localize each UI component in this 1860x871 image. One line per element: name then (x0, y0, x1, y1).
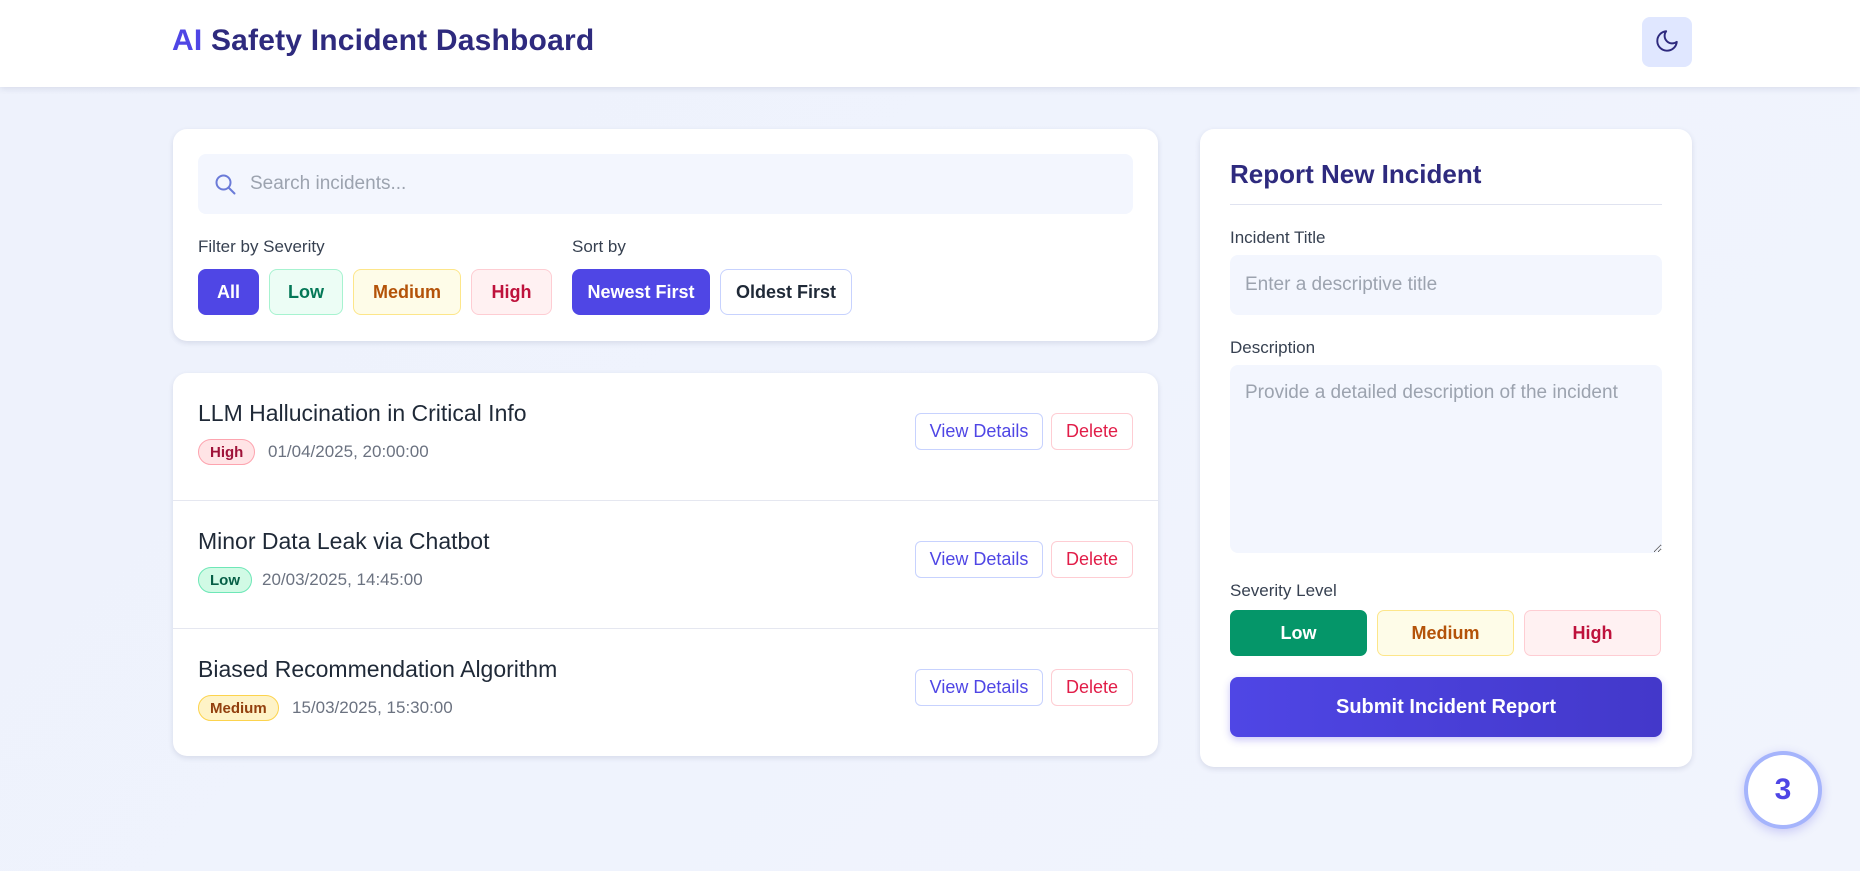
incident-title: LLM Hallucination in Critical Info (198, 400, 527, 426)
incident-count-badge[interactable]: 3 (1744, 751, 1822, 829)
incident-list: LLM Hallucination in Critical Info High … (173, 373, 1158, 756)
view-details-button[interactable]: View Details (915, 413, 1043, 450)
severity-badge: High (198, 439, 256, 465)
severity-badge: Low (198, 567, 252, 593)
moon-icon (1654, 28, 1680, 57)
delete-button[interactable]: Delete (1051, 413, 1133, 450)
view-details-button[interactable]: View Details (915, 669, 1043, 706)
incident-row: Minor Data Leak via Chatbot Low 20/03/20… (173, 501, 1158, 629)
sort-newest-button[interactable]: Newest First (572, 269, 710, 315)
description-textarea[interactable] (1230, 365, 1662, 553)
severity-low-button[interactable]: Low (1230, 610, 1367, 656)
severity-filter-label: Filter by Severity (198, 237, 325, 256)
search-input[interactable] (250, 173, 1133, 195)
title-rest: Safety Incident Dashboard (202, 24, 595, 57)
title-prefix: AI (172, 24, 203, 57)
incident-row: Biased Recommendation Algorithm Medium 1… (173, 629, 1158, 756)
form-divider (1230, 204, 1662, 205)
severity-badge: Medium (198, 695, 279, 721)
report-incident-form: Report New Incident Incident Title Descr… (1200, 129, 1692, 767)
search-icon (212, 171, 238, 197)
theme-toggle-button[interactable] (1642, 17, 1692, 67)
incident-date: 15/03/2025, 15:30:00 (292, 698, 453, 717)
search-box (198, 154, 1133, 214)
filter-low-button[interactable]: Low (269, 269, 343, 315)
view-details-button[interactable]: View Details (915, 541, 1043, 578)
filter-medium-button[interactable]: Medium (353, 269, 461, 315)
page-title: AI Safety Incident Dashboard (172, 24, 594, 58)
severity-medium-button[interactable]: Medium (1377, 610, 1514, 656)
filter-high-button[interactable]: High (471, 269, 552, 315)
incident-title: Biased Recommendation Algorithm (198, 656, 558, 682)
incident-date: 20/03/2025, 14:45:00 (262, 570, 423, 589)
incident-row: LLM Hallucination in Critical Info High … (173, 373, 1158, 501)
incident-title: Minor Data Leak via Chatbot (198, 528, 490, 554)
incident-date: 01/04/2025, 20:00:00 (268, 442, 429, 461)
form-title: Report New Incident (1230, 159, 1482, 189)
incident-title-input[interactable] (1230, 255, 1662, 315)
app-header: AI Safety Incident Dashboard (0, 0, 1860, 87)
delete-button[interactable]: Delete (1051, 541, 1133, 578)
severity-high-button[interactable]: High (1524, 610, 1661, 656)
filter-all-button[interactable]: All (198, 269, 259, 315)
delete-button[interactable]: Delete (1051, 669, 1133, 706)
filter-panel: Filter by Severity All Low Medium High S… (173, 129, 1158, 341)
sort-oldest-button[interactable]: Oldest First (720, 269, 852, 315)
description-label: Description (1230, 338, 1316, 357)
submit-incident-button[interactable]: Submit Incident Report (1230, 677, 1662, 737)
severity-level-label: Severity Level (1230, 581, 1337, 600)
incident-title-label: Incident Title (1230, 228, 1326, 247)
sort-label: Sort by (572, 237, 626, 256)
